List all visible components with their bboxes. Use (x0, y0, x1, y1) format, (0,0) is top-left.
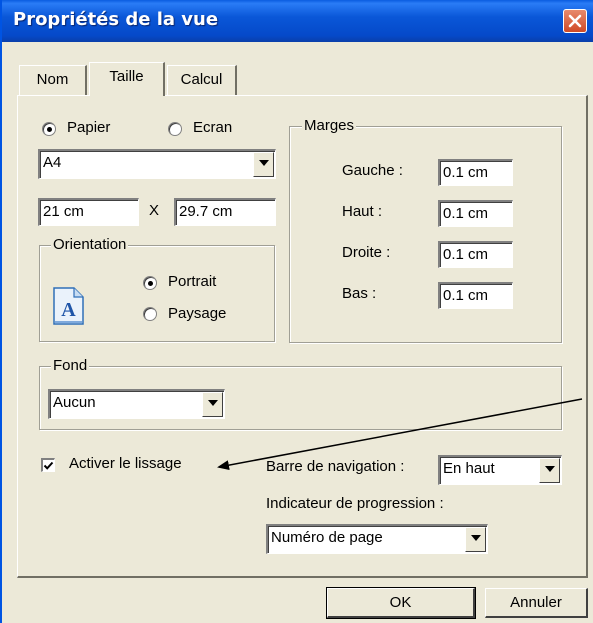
navigation-select-value: En haut (443, 460, 495, 477)
navigation-label: Barre de navigation : (266, 458, 405, 475)
margin-top-field[interactable]: 0.1 cm (438, 200, 513, 227)
radio-paysage-label: Paysage (168, 305, 227, 322)
document-icon-letter: A (61, 299, 76, 321)
margin-right-value: 0.1 cm (443, 246, 489, 263)
ok-button[interactable]: OK (326, 587, 476, 619)
panel-content: Papier Ecran A4 21 cm X 29.7 cm Orientat… (2, 0, 593, 623)
margin-bottom-value: 0.1 cm (443, 287, 489, 304)
radio-ecran[interactable] (168, 122, 182, 136)
document-a-icon: A (53, 287, 84, 325)
margin-bottom-label: Bas : (342, 285, 377, 302)
margin-top-label: Haut : (342, 203, 383, 220)
radio-papier-label: Papier (67, 119, 111, 136)
cancel-button[interactable]: Annuler (485, 588, 588, 618)
cancel-button-label: Annuler (510, 594, 562, 611)
margin-right-label: Droite : (342, 244, 391, 261)
margin-right-field[interactable]: 0.1 cm (438, 241, 513, 268)
height-field[interactable]: 29.7 cm (174, 198, 276, 226)
radio-portrait-label: Portrait (168, 273, 217, 290)
width-value: 21 cm (43, 203, 84, 220)
background-select-value: Aucun (53, 394, 96, 411)
background-legend: Fond (51, 357, 90, 374)
checkmark-icon (43, 461, 54, 470)
margins-group (289, 126, 562, 343)
width-field[interactable]: 21 cm (38, 198, 139, 226)
margins-legend: Marges (302, 117, 357, 134)
chevron-down-icon[interactable] (253, 152, 274, 177)
margin-top-value: 0.1 cm (443, 205, 489, 222)
chevron-down-icon[interactable] (465, 527, 486, 552)
radio-portrait[interactable] (143, 276, 157, 290)
progress-label: Indicateur de progression : (266, 495, 444, 512)
height-value: 29.7 cm (179, 203, 233, 220)
margin-bottom-field[interactable]: 0.1 cm (438, 282, 513, 309)
chevron-down-icon[interactable] (539, 458, 560, 483)
navigation-select[interactable]: En haut (438, 455, 562, 485)
radio-paysage[interactable] (143, 307, 157, 321)
properties-dialog: Propriétés de la vue Nom Taille Calcul P… (0, 0, 593, 623)
margin-left-field[interactable]: 0.1 cm (438, 159, 513, 186)
paper-size-select[interactable]: A4 (38, 149, 276, 179)
orientation-legend: Orientation (51, 236, 129, 253)
times-symbol: X (149, 202, 160, 219)
margin-left-value: 0.1 cm (443, 164, 489, 181)
margin-left-label: Gauche : (342, 162, 403, 179)
ok-button-label: OK (389, 594, 412, 611)
chevron-down-icon[interactable] (202, 392, 223, 417)
paper-size-value: A4 (43, 154, 62, 171)
progress-select[interactable]: Numéro de page (266, 524, 488, 554)
smoothing-label[interactable]: Activer le lissage (69, 455, 182, 472)
smoothing-checkbox[interactable] (41, 458, 55, 472)
radio-ecran-label: Ecran (193, 119, 233, 136)
background-select[interactable]: Aucun (48, 389, 225, 419)
radio-papier[interactable] (42, 122, 56, 136)
progress-select-value: Numéro de page (271, 529, 383, 546)
